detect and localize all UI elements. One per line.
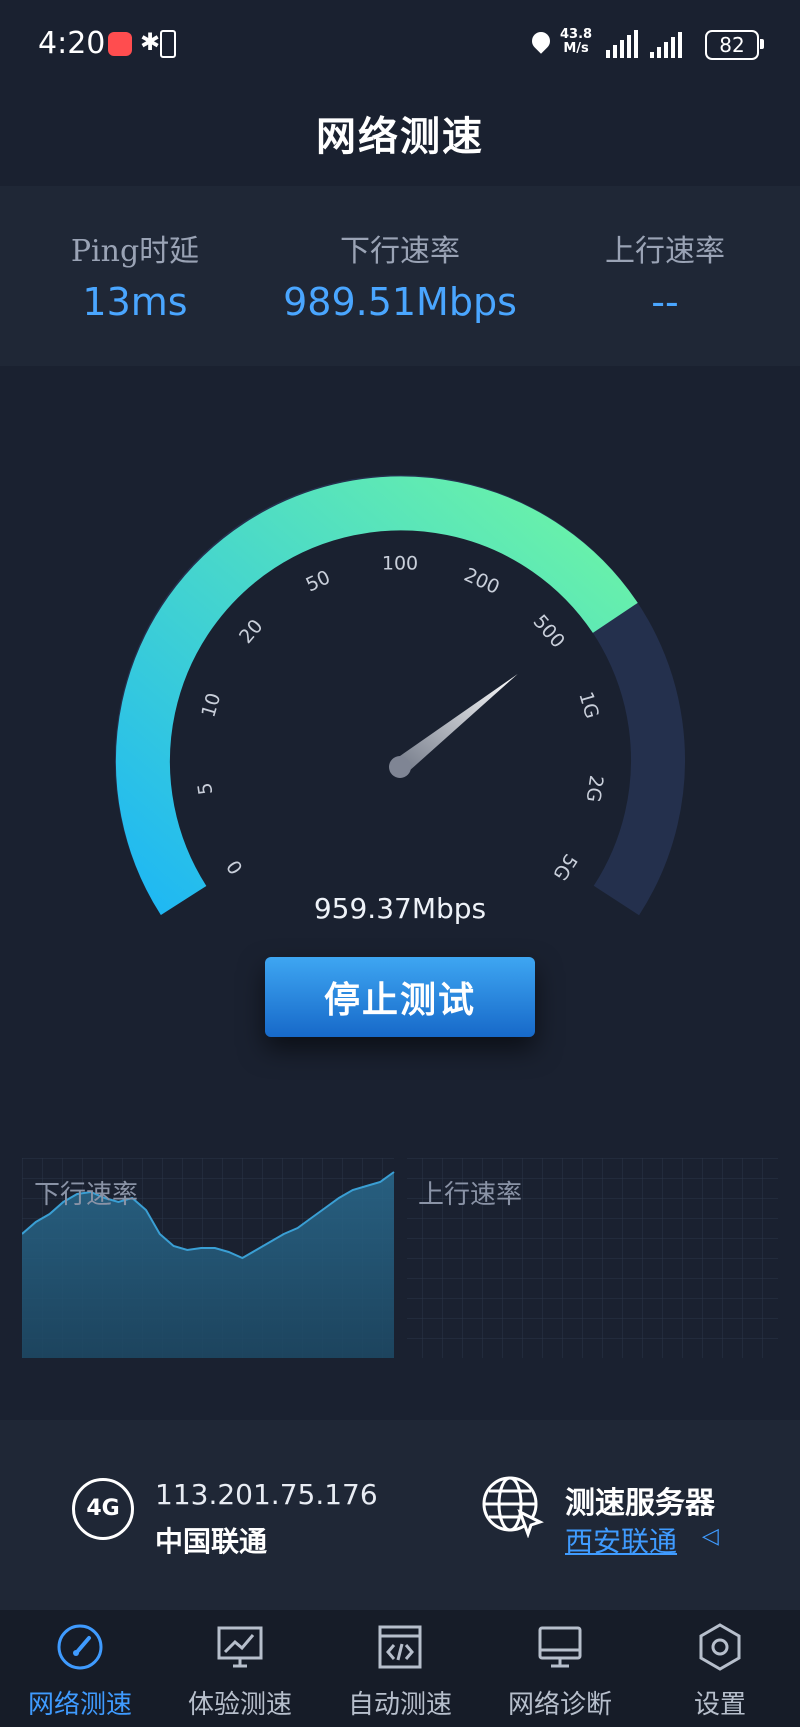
- gauge-needle: [394, 674, 518, 775]
- tab-network-speed[interactable]: 网络测速: [0, 1610, 160, 1727]
- speed-graphs: 下行速率 上行速率: [21, 1158, 778, 1358]
- network-type-badge: 4G: [72, 1478, 134, 1540]
- tab-auto-speed[interactable]: 自动测速: [320, 1610, 480, 1727]
- tab-label: 设置: [693, 1690, 746, 1720]
- page-title: 网络测速: [316, 113, 484, 160]
- battery-icon: 82: [705, 30, 764, 60]
- signal-strength-icon: [650, 30, 682, 58]
- stop-test-button[interactable]: 停止测试: [265, 957, 535, 1037]
- stat-value: 13ms: [82, 280, 188, 324]
- status-bar: 4:20 ✱ 43.8 M/s 82: [0, 0, 800, 92]
- tab-network-diagnosis[interactable]: 网络诊断: [480, 1610, 640, 1727]
- stat-ping: Ping时延 13ms: [5, 226, 265, 324]
- gauge-tick-label: 1G: [574, 689, 603, 721]
- speedometer-icon: [57, 1624, 103, 1670]
- stat-download: 下行速率 989.51Mbps: [270, 226, 530, 324]
- server-label: 测速服务器: [565, 1486, 715, 1521]
- settings-hexagon-icon: [699, 1623, 741, 1671]
- tab-settings[interactable]: 设置: [640, 1610, 800, 1727]
- location-icon: [528, 28, 554, 54]
- ip-address: 113.201.75.176: [155, 1478, 378, 1511]
- gauge-tick-label: 50: [303, 566, 334, 596]
- gauge-tick-label: 200: [461, 564, 503, 599]
- gauge-tick-label: 5G: [548, 850, 581, 884]
- code-window-icon: [378, 1625, 422, 1669]
- phone-vibrate-icon: [160, 30, 176, 58]
- connection-info-panel: 4G 113.201.75.176 中国联通 测速服务器 西安联通 ◁: [0, 1420, 800, 1610]
- tab-label: 网络诊断: [507, 1690, 612, 1720]
- stat-label: Ping时延: [70, 234, 200, 269]
- bluetooth-icon: ✱: [140, 28, 161, 56]
- gauge-tick-label: 100: [382, 553, 418, 575]
- network-speed-unit: M/s: [563, 41, 589, 56]
- tab-label: 自动测速: [347, 1690, 452, 1720]
- stat-label: 下行速率: [340, 234, 460, 269]
- gauge-tick-label: 0: [223, 856, 248, 878]
- chart-monitor-icon: [217, 1626, 263, 1668]
- stat-upload: 上行速率 --: [535, 226, 795, 324]
- download-graph-label: 下行速率: [34, 1180, 139, 1210]
- monitor-icon: [538, 1626, 582, 1668]
- stat-label: 上行速率: [605, 234, 725, 269]
- gauge-tick-label: 10: [197, 690, 225, 719]
- stats-panel: Ping时延 13ms 下行速率 989.51Mbps 上行速率 --: [0, 186, 800, 366]
- tab-experience-speed[interactable]: 体验测速: [160, 1610, 320, 1727]
- gauge-tick-label: 2G: [582, 774, 608, 804]
- gauge-tick-label: 20: [235, 615, 267, 648]
- gauge-tick-label: 500: [529, 611, 569, 653]
- stat-value: --: [651, 280, 679, 324]
- stat-value: 989.51Mbps: [283, 280, 517, 324]
- chevron-left-icon[interactable]: ◁: [702, 1524, 719, 1549]
- notification-app-icon: [108, 32, 132, 56]
- status-time: 4:20: [38, 26, 106, 61]
- server-select-link[interactable]: 西安联通: [565, 1520, 677, 1560]
- tab-label: 网络测速: [27, 1690, 132, 1720]
- gauge-needle-hub: [389, 756, 411, 778]
- bottom-tab-bar: 网络测速 体验测速 自动测速 网络诊断 设置: [0, 1610, 800, 1727]
- upload-graph-label: 上行速率: [418, 1180, 523, 1210]
- carrier-name: 中国联通: [155, 1525, 268, 1558]
- globe-icon: [482, 1476, 544, 1538]
- gauge-tick-label: 5: [194, 781, 218, 796]
- current-speed-readout: 959.37Mbps: [313, 892, 487, 925]
- network-speed-value: 43.8: [560, 27, 593, 42]
- signal-strength-icon: [606, 30, 638, 58]
- network-speed-indicator: 43.8 M/s: [560, 28, 592, 56]
- tab-label: 体验测速: [187, 1690, 292, 1720]
- speed-gauge: 0 5 10 20 50 100 200 500 1G 2G 5G: [115, 475, 685, 916]
